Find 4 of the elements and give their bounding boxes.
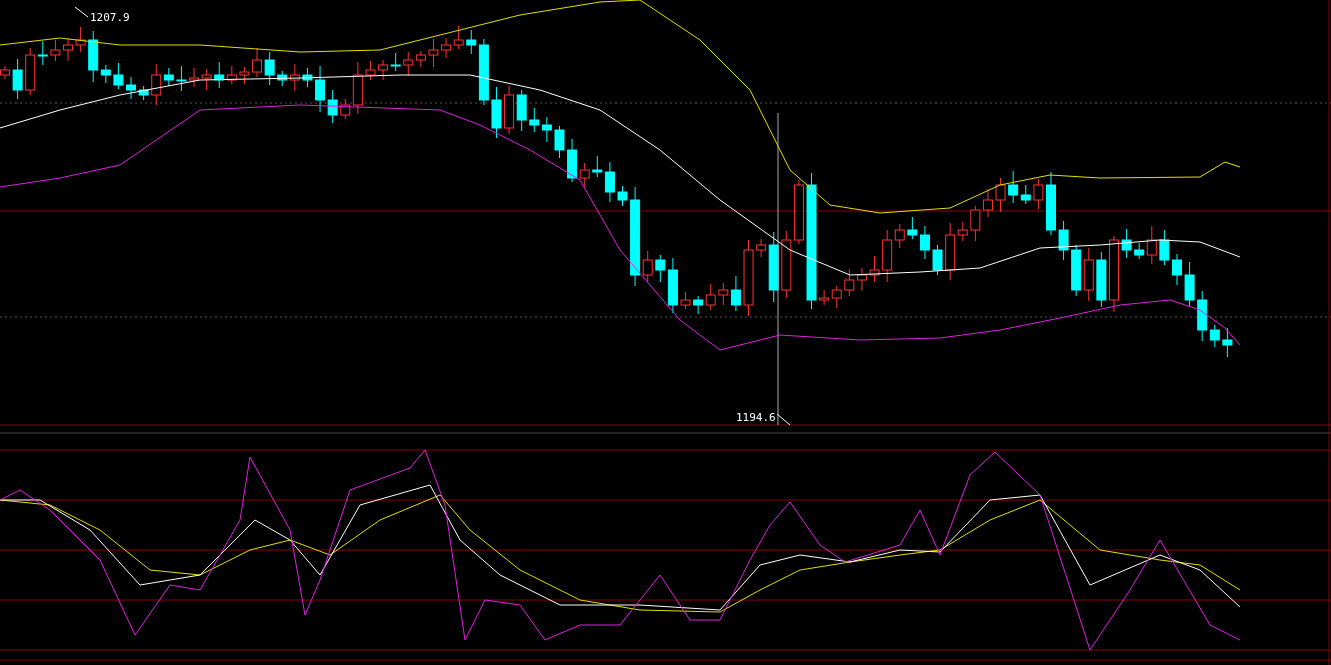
price-label: 1194.6 [736, 411, 776, 424]
leader-line [776, 413, 791, 426]
leader-line [74, 6, 89, 18]
price-label: 1207.9 [90, 11, 130, 24]
